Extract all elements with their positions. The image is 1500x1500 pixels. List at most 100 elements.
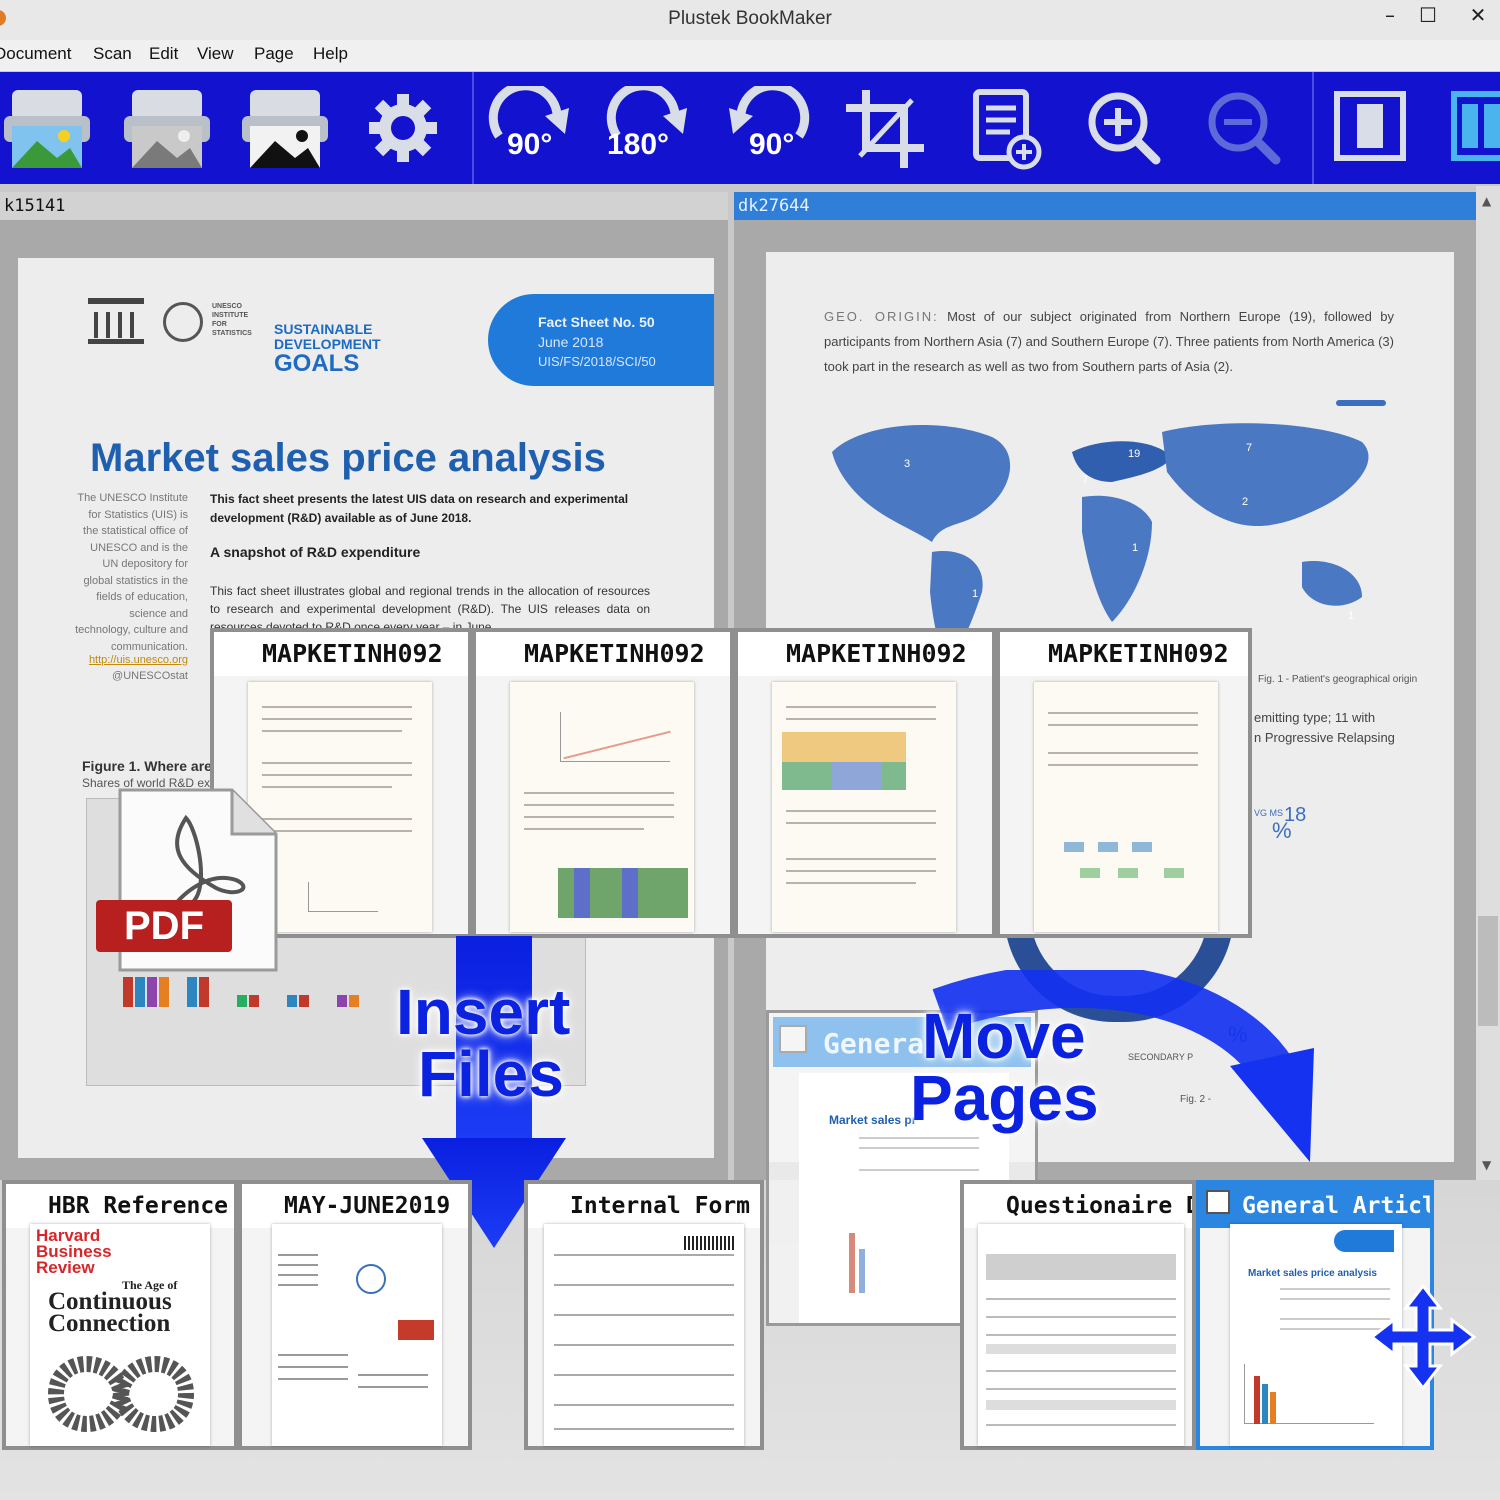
- thumbnail-page-image: [272, 1224, 442, 1446]
- menu-bar: Document Scan Edit View Page Help: [0, 40, 1500, 72]
- settings-gear-icon: [369, 94, 437, 162]
- pdf-file-icon: PDF: [96, 788, 278, 972]
- ghost-label: Genera: [823, 1027, 925, 1060]
- scroll-thumb[interactable]: [1478, 916, 1498, 1026]
- page-thumbnail[interactable]: MAPKETINH092: [996, 628, 1252, 938]
- page-thumbnail[interactable]: Questionaire Da: [960, 1180, 1196, 1450]
- title-bar: Plustek BookMaker – ☐ ✕: [0, 0, 1500, 40]
- zoom-in-button[interactable]: [1080, 86, 1170, 172]
- thumbnail-label: General Article f: [1200, 1184, 1430, 1228]
- pdf-label: PDF: [124, 904, 204, 948]
- pages-label: Pages: [910, 1062, 1099, 1134]
- chain-illustration: [47, 1356, 195, 1432]
- swiss-medica-logo: [1336, 400, 1386, 406]
- uis-logo-icon: [163, 302, 203, 342]
- add-page-button[interactable]: [960, 86, 1050, 172]
- general-page-title: Market sales price analysis: [1248, 1268, 1377, 1279]
- uis-link[interactable]: http://uis.unesco.org: [88, 654, 188, 666]
- page-thumbnail[interactable]: HBR Reference Harvard Business Review Th…: [2, 1180, 238, 1450]
- ghost-page-title: Market sales pr: [829, 1113, 917, 1127]
- scan-bw-button[interactable]: [240, 86, 330, 172]
- thumbnail-label: Internal Form Co: [528, 1184, 760, 1228]
- rotate-90-ccw-label: 90°: [749, 128, 795, 161]
- left-panel-header[interactable]: k15141: [0, 192, 728, 220]
- menu-scan[interactable]: Scan: [93, 44, 132, 64]
- thumbnail-label: MAPKETINH092: [214, 632, 468, 676]
- fact-sheet-date: June 2018: [538, 334, 604, 350]
- zoom-out-button[interactable]: [1200, 86, 1290, 172]
- stat-18: 18: [1284, 804, 1307, 826]
- page-thumbnail[interactable]: MAY-JUNE2019: [238, 1180, 472, 1450]
- rotate-180-button[interactable]: 180°: [603, 81, 693, 172]
- scan-bw-icon: [242, 90, 328, 168]
- map-label: 7: [1246, 442, 1253, 454]
- thumbnail-label: MAY-JUNE2019: [242, 1184, 468, 1228]
- maximize-button[interactable]: ☐: [1410, 0, 1446, 32]
- map-label: 19: [1128, 448, 1141, 460]
- thumbnail-label: MAPKETINH092: [738, 632, 992, 676]
- figure-title: Figure 1. Where are: [82, 758, 212, 774]
- uis-logo-text: UNESCO INSTITUTE FOR STATISTICS: [212, 303, 252, 337]
- thumbnail-label: HBR Reference: [6, 1184, 234, 1228]
- page-thumbnail[interactable]: Internal Form Co: [524, 1180, 764, 1450]
- unesco-logo: [88, 298, 144, 344]
- insert-label: Insert: [396, 976, 571, 1048]
- rotate-180-label: 180°: [607, 128, 670, 161]
- fact-sheet-code: UIS/FS/2018/SCI/50: [538, 354, 656, 369]
- page-thumbnail[interactable]: MAPKETINH092: [734, 628, 996, 938]
- bookmaker-window: Plustek BookMaker – ☐ ✕ Document Scan Ed…: [0, 0, 1500, 1500]
- scroll-down-arrow[interactable]: ▼: [1482, 1158, 1491, 1172]
- page-thumbnail[interactable]: MAPKETINH092: [472, 628, 734, 938]
- remitting-text-1: emitting type; 11 with: [1254, 710, 1376, 725]
- scan-gray-icon: [124, 90, 210, 168]
- thumbnail-page-image: [772, 682, 956, 932]
- menu-document[interactable]: Document: [0, 44, 71, 64]
- single-page-view-button[interactable]: [1325, 86, 1415, 172]
- stat-vg-ms: VG MS: [1254, 808, 1284, 818]
- vertical-scrollbar[interactable]: ▲ ▼: [1476, 186, 1500, 1180]
- body-text: This fact sheet illustrates global and r…: [210, 584, 650, 632]
- document-title: Market sales price analysis: [90, 436, 606, 480]
- intro-text: This fact sheet presents the latest UIS …: [210, 492, 629, 525]
- map-label: 7: [1082, 474, 1089, 486]
- menu-view[interactable]: View: [197, 44, 234, 64]
- close-button[interactable]: ✕: [1456, 0, 1500, 32]
- move-cursor-icon: [1369, 1283, 1477, 1391]
- rotate-90-cw-button[interactable]: 90°: [485, 81, 575, 172]
- scan-gray-button[interactable]: [122, 86, 212, 172]
- thumbnail-page-image: [1034, 682, 1218, 932]
- menu-page[interactable]: Page: [254, 44, 294, 64]
- scroll-up-arrow[interactable]: ▲: [1482, 194, 1491, 208]
- map-label: 1: [1348, 610, 1355, 622]
- remitting-text-2: n Progressive Relapsing: [1254, 730, 1395, 745]
- files-label: Files: [418, 1038, 564, 1110]
- thumbnail-page-image: [544, 1224, 744, 1446]
- settings-button[interactable]: [358, 86, 448, 172]
- thumbnail-page-image: [978, 1224, 1184, 1446]
- thumbnail-checkbox[interactable]: [1206, 1190, 1230, 1214]
- menu-help[interactable]: Help: [313, 44, 348, 64]
- map-label: 2: [1242, 496, 1249, 508]
- scan-color-button[interactable]: [2, 86, 92, 172]
- minimize-button[interactable]: –: [1372, 0, 1408, 32]
- thumbnail-label: Questionaire Da: [964, 1184, 1192, 1228]
- single-page-view-icon: [1334, 91, 1406, 161]
- add-page-icon: [973, 89, 1042, 170]
- fact-sheet-badge: Fact Sheet No. 50 June 2018 UIS/FS/2018/…: [488, 294, 714, 386]
- uis-handle: @UNESCOstat: [112, 670, 188, 682]
- left-sidebar-text: The UNESCO Institute for Statistics (UIS…: [75, 492, 188, 653]
- crop-icon: [846, 90, 924, 168]
- double-page-view-icon: [1451, 91, 1500, 161]
- rotate-90-cw-label: 90°: [507, 128, 553, 161]
- right-panel-header[interactable]: dk27644: [734, 192, 1476, 220]
- window-title: Plustek BookMaker: [668, 8, 832, 29]
- geo-origin-label: GEO. ORIGIN:: [824, 309, 939, 324]
- zoom-in-icon: [1088, 92, 1161, 165]
- menu-edit[interactable]: Edit: [149, 44, 178, 64]
- rotate-90-ccw-button[interactable]: 90°: [723, 81, 813, 172]
- crop-button[interactable]: [840, 86, 930, 172]
- toolbar-separator: [1312, 72, 1314, 184]
- fig1-caption: Fig. 1 - Patient's geographical origin: [1258, 674, 1418, 685]
- move-label: Move: [922, 1000, 1086, 1072]
- double-page-view-button[interactable]: [1440, 86, 1500, 172]
